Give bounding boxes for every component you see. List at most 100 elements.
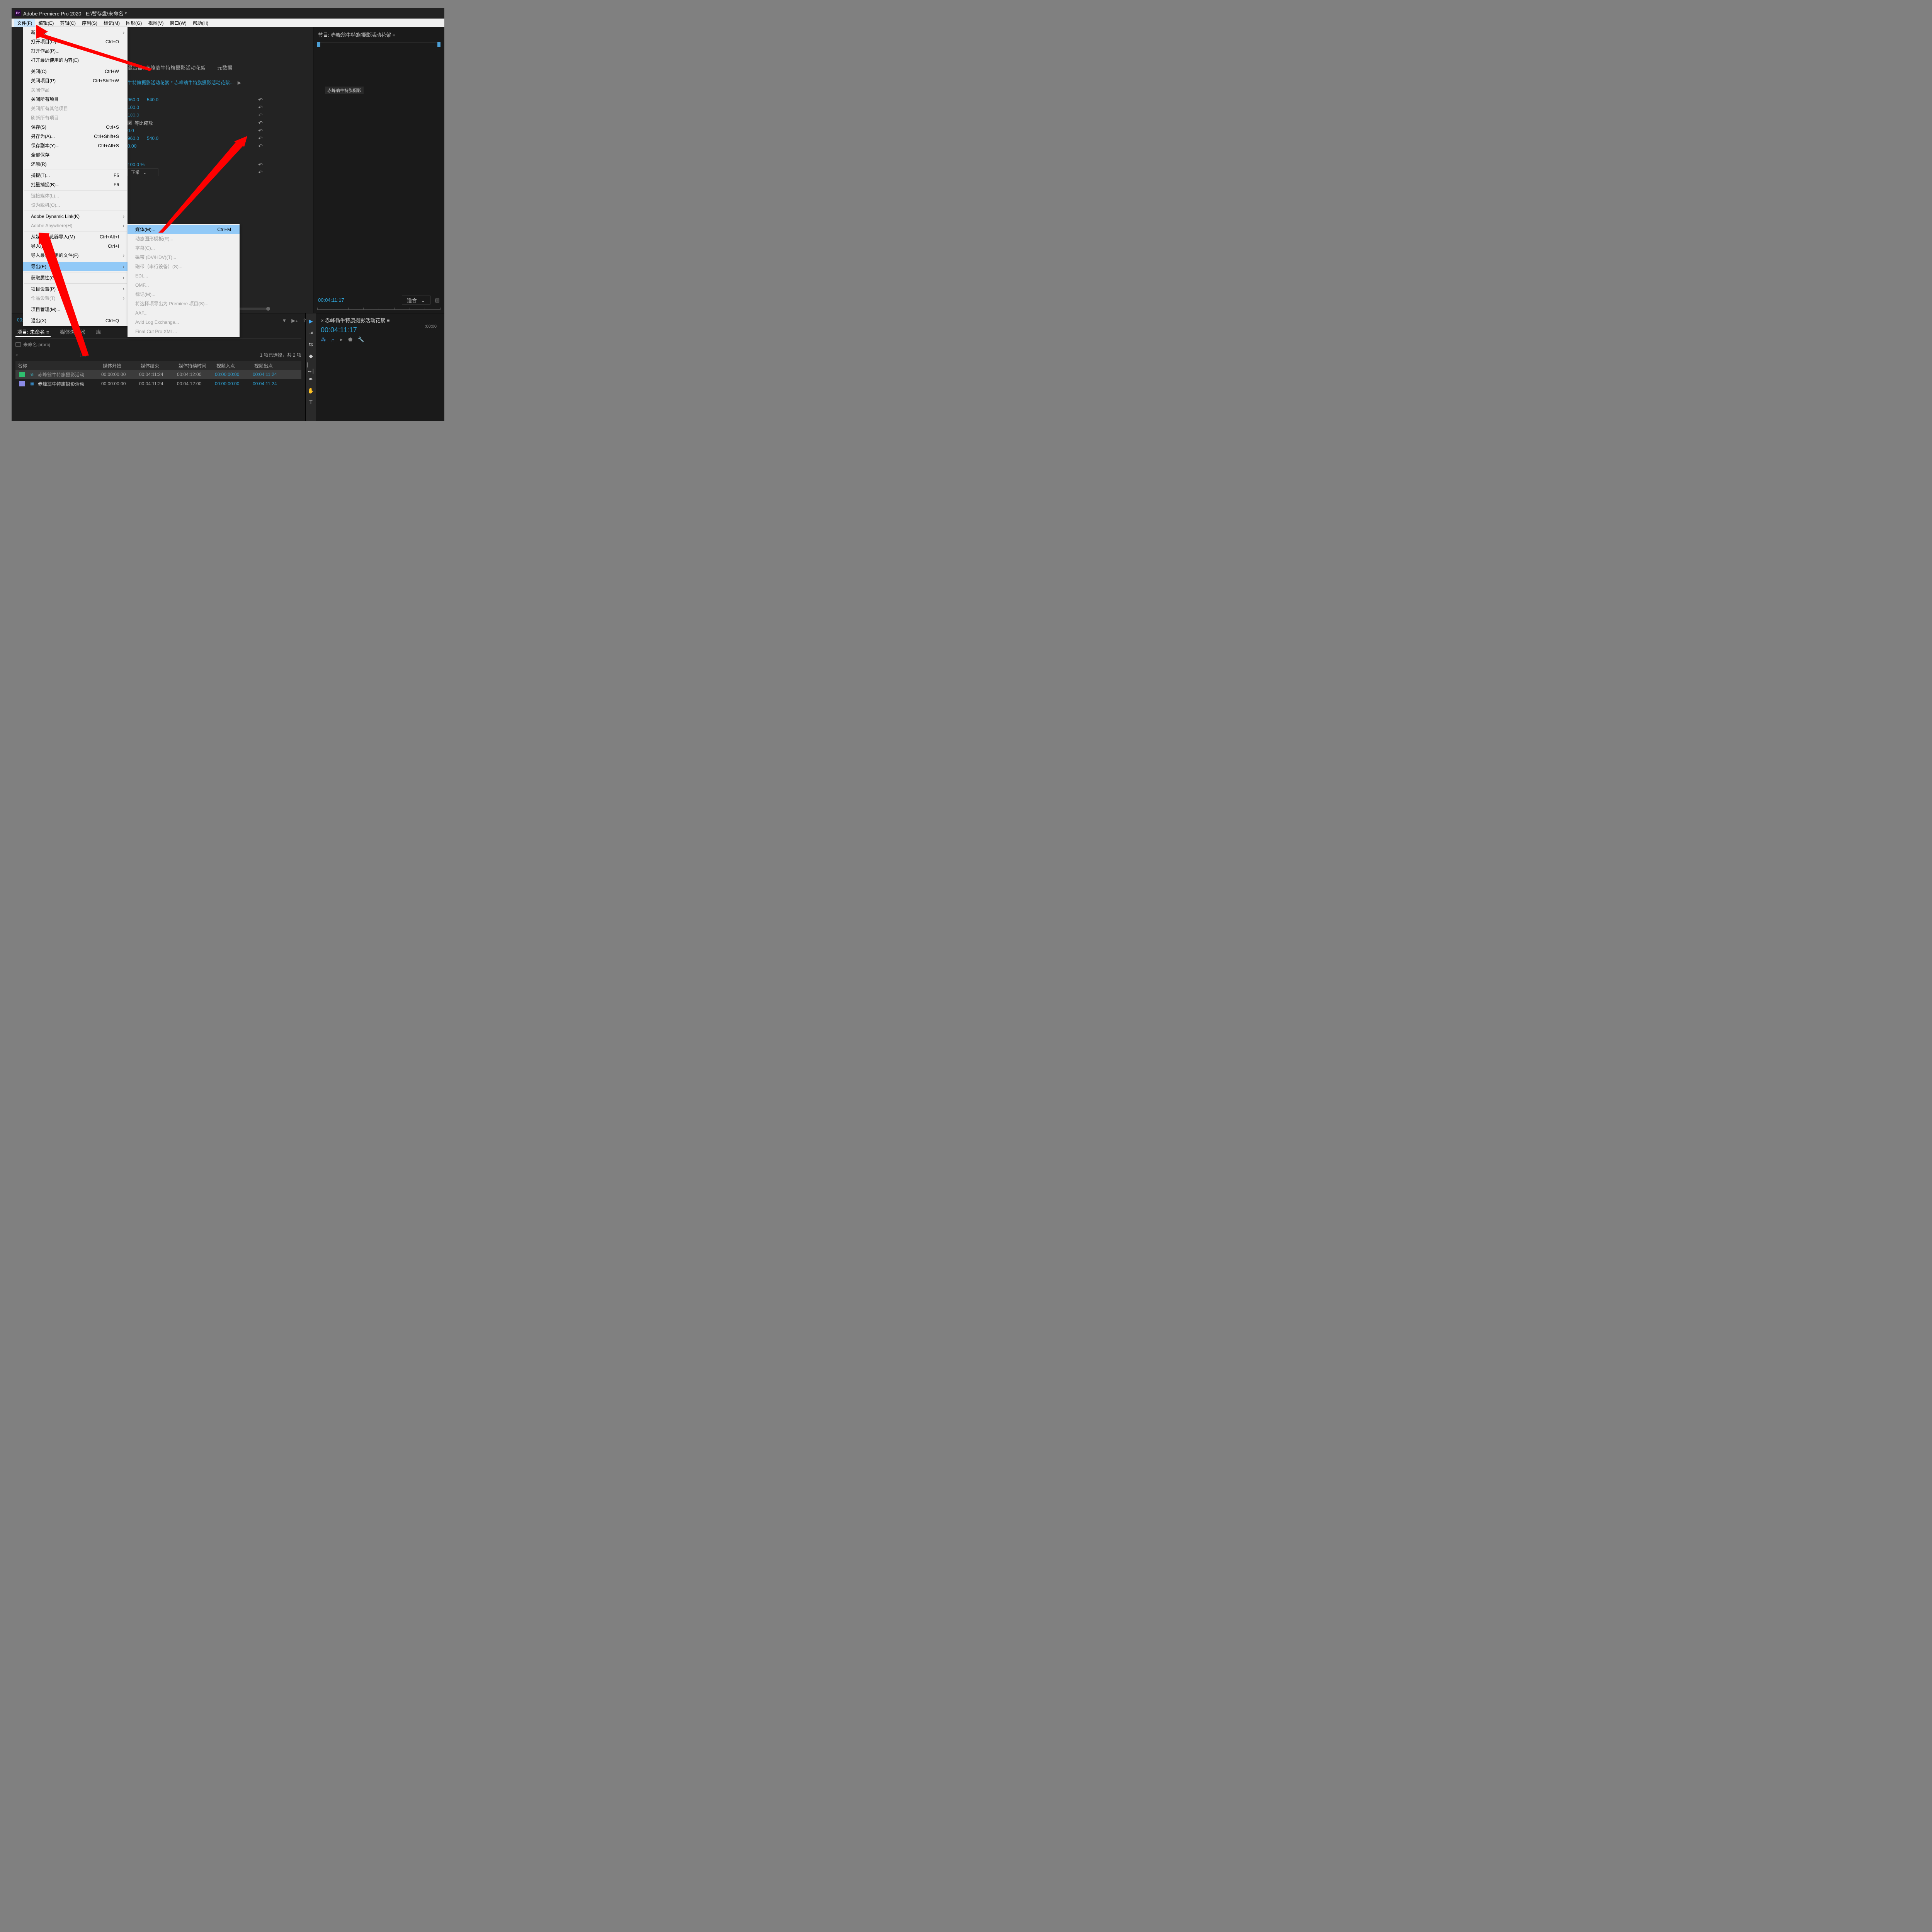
project-tab[interactable]: 库	[94, 327, 102, 337]
export-menu-item: 磁带（串行设备）(S)...	[128, 262, 240, 271]
reset-icon[interactable]: ↶	[258, 120, 263, 126]
column-header[interactable]: 媒体结束	[138, 362, 176, 369]
file-menu-item[interactable]: 关闭所有项目	[23, 95, 128, 104]
column-header[interactable]: 名称	[15, 362, 100, 369]
menu-8[interactable]: 帮助(H)	[190, 19, 212, 27]
export-icon[interactable]: ⇪	[303, 318, 307, 324]
clip-label: 赤峰翁牛特旗摄影	[325, 87, 364, 94]
export-menu-item: EDL...	[128, 271, 240, 281]
reset-icon[interactable]: ↶	[258, 128, 263, 134]
column-header[interactable]: 视频出点	[252, 362, 290, 369]
blend-mode-dropdown[interactable]: 正常 ⌄	[128, 168, 158, 176]
cell: 00:04:12:00	[177, 381, 215, 386]
magnet-icon[interactable]: ∩	[331, 337, 335, 343]
label-swatch	[19, 372, 25, 377]
type-tool-icon[interactable]: T	[307, 398, 315, 406]
file-menu-item[interactable]: Adobe Dynamic Link(K)	[23, 212, 128, 221]
reset-icon[interactable]: ↶	[258, 143, 263, 150]
uniform-scale-checkbox[interactable]: ✔	[128, 121, 132, 125]
reset-icon[interactable]: ↶	[258, 97, 263, 103]
program-timecode[interactable]: 00:04:11:17	[318, 297, 344, 303]
razor-tool-icon[interactable]: ◆	[307, 352, 315, 360]
slip-tool-icon[interactable]: |↔|	[307, 364, 315, 371]
reset-icon[interactable]: ↶	[258, 162, 263, 168]
timeline-tools: ▶ ⇥ ⇆ ◆ |↔| ✒ ✋ T	[305, 313, 316, 421]
anchor-y[interactable]: 540.0	[147, 136, 158, 141]
program-ruler[interactable]	[317, 42, 440, 49]
hand-tool-icon[interactable]: ✋	[307, 387, 315, 395]
reset-icon[interactable]: ↶	[258, 135, 263, 142]
file-menu-item: 关闭所有其他项目	[23, 104, 128, 113]
position-x[interactable]: 960.0	[128, 97, 139, 102]
table-row[interactable]: ▦赤峰翁牛特旗摄影活动00:00:00:0000:04:11:2400:04:1…	[15, 379, 301, 388]
file-menu-item[interactable]: 保存(S)Ctrl+S	[23, 122, 128, 132]
export-submenu[interactable]: 媒体(M)...Ctrl+M动态图形模板(R)...字幕(C)...磁带 (DV…	[128, 224, 240, 337]
cell: 00:04:11:24	[139, 372, 177, 377]
settings-icon[interactable]: ▧	[435, 297, 440, 303]
file-menu-item[interactable]: 保存副本(Y)...Ctrl+Alt+S	[23, 141, 128, 150]
annotation-arrow	[158, 136, 247, 233]
search-icon[interactable]: ⌕	[15, 352, 18, 358]
file-menu-item: 设为脱机(O)...	[23, 201, 128, 210]
timeline-timecode[interactable]: 00:04:11:17	[321, 326, 440, 334]
window-title: Adobe Premiere Pro 2020 - E:\暂存盘\未命名 *	[23, 10, 127, 17]
file-menu-item[interactable]: 批量捕捉(B)...F6	[23, 180, 128, 189]
program-scrubber[interactable]	[317, 308, 440, 311]
sequence-icon: ⧉	[29, 372, 35, 377]
file-menu-item[interactable]: 全部保存	[23, 150, 128, 160]
ripple-edit-tool-icon[interactable]: ⇆	[307, 340, 315, 348]
selection-tool-icon[interactable]: ▶	[307, 317, 315, 325]
export-menu-item: AAF...	[128, 308, 240, 318]
opacity-value[interactable]: 100.0 %	[128, 162, 145, 167]
clip-name: 赤峰翁牛特旗摄影活动	[38, 371, 101, 378]
file-menu-item: 刷新所有项目	[23, 113, 128, 122]
linked-selection-icon[interactable]: ▸	[340, 337, 343, 343]
anchor-x[interactable]: 960.0	[128, 136, 139, 141]
timeline-zero-label: :00:00	[425, 324, 437, 329]
column-header[interactable]: 媒体持续时间	[176, 362, 214, 369]
scale-value[interactable]: 100.0	[128, 105, 139, 110]
reset-icon[interactable]: ↶	[258, 104, 263, 111]
wrench-icon[interactable]: 🔧	[358, 337, 364, 343]
flicker-value[interactable]: 0.00	[128, 143, 136, 149]
clip-icon: ▦	[29, 381, 35, 386]
marker-icon[interactable]: ⬟	[348, 337, 352, 343]
titlebar: Pr Adobe Premiere Pro 2020 - E:\暂存盘\未命名 …	[12, 8, 444, 19]
out-marker-icon[interactable]	[437, 42, 440, 47]
reset-icon[interactable]: ↶	[258, 169, 263, 176]
export-menu-item: 将选择项导出为 Premiere 项目(S)...	[128, 299, 240, 308]
play-icon[interactable]: ▶₊	[291, 318, 298, 324]
export-menu-item: OMF...	[128, 281, 240, 290]
export-menu-item: 动态图形模板(R)...	[128, 234, 240, 243]
menu-7[interactable]: 窗口(W)	[167, 19, 189, 27]
reset-icon[interactable]: ↶	[258, 112, 263, 119]
pen-tool-icon[interactable]: ✒	[307, 375, 315, 383]
column-header[interactable]: 媒体开始	[100, 362, 138, 369]
annotation-arrow	[36, 25, 152, 71]
cell: 00:00:00:00	[215, 381, 253, 386]
export-menu-item: 字幕(C)...	[128, 243, 240, 253]
cell: 00:00:00:00	[101, 381, 139, 386]
tab-metadata[interactable]: 元数据	[217, 64, 232, 71]
track-select-tool-icon[interactable]: ⇥	[307, 329, 315, 337]
table-row[interactable]: ⧉赤峰翁牛特旗摄影活动00:00:00:0000:04:11:2400:04:1…	[15, 370, 301, 379]
column-header[interactable]: 视频入点	[214, 362, 252, 369]
uniform-scale-label: 等比缩放	[134, 120, 153, 126]
in-marker-icon[interactable]	[317, 42, 320, 47]
snap-icon[interactable]: ⁂	[321, 337, 326, 343]
cell: 00:04:11:24	[253, 381, 291, 386]
rotation-value[interactable]: 0.0	[128, 128, 134, 133]
position-y[interactable]: 540.0	[147, 97, 158, 102]
file-menu-item[interactable]: 关闭项目(P)Ctrl+Shift+W	[23, 76, 128, 85]
cell: 00:04:11:24	[253, 372, 291, 377]
file-menu-item[interactable]: 还原(R)	[23, 160, 128, 169]
file-menu-item[interactable]: 捕捉(T)...F5	[23, 171, 128, 180]
scale-w-value: 100.0	[128, 112, 139, 118]
filter-icon[interactable]: ▼	[282, 318, 287, 324]
app-icon: Pr	[15, 10, 21, 16]
menu-0[interactable]: 文件(F)	[14, 19, 35, 27]
timeline-title: × 赤峰翁牛特旗摄影活动花絮 ≡	[321, 316, 440, 324]
zoom-fit-dropdown[interactable]: 适合 ⌄	[402, 296, 430, 304]
file-menu-item[interactable]: 另存为(A)...Ctrl+Shift+S	[23, 132, 128, 141]
effect-breadcrumb: 牛特旗摄影活动花絮*赤峰翁牛特旗摄影活动花絮... ▶	[128, 79, 241, 86]
